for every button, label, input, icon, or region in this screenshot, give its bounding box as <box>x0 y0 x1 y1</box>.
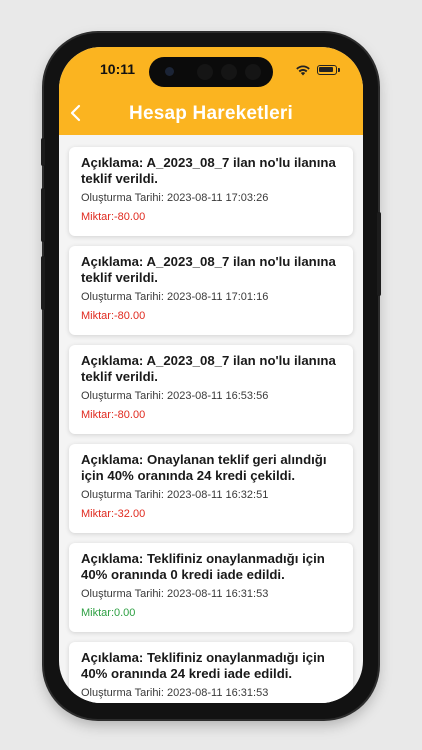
transaction-amount: Miktar:-80.00 <box>81 310 146 322</box>
app-screen: 10:11 Hesap Hareketleri Açıklama: A_2023… <box>59 47 363 703</box>
transaction-card[interactable]: Açıklama: Teklifiniz onaylanmadığı için … <box>69 543 353 632</box>
battery-icon <box>317 65 340 75</box>
sensor-icon <box>245 64 261 80</box>
status-time: 10:11 <box>100 61 136 77</box>
status-bar: 10:11 <box>59 57 363 87</box>
wifi-icon <box>296 65 310 76</box>
sensor-icon <box>197 64 213 80</box>
transaction-description: Açıklama: Teklifiniz onaylanmadığı için … <box>81 551 325 582</box>
transaction-amount: Miktar:-80.00 <box>81 211 146 223</box>
transaction-description: Açıklama: A_2023_08_7 ilan no'lu ilanına… <box>81 353 336 384</box>
transaction-description: Açıklama: Onaylanan teklif geri alındığı… <box>81 452 327 483</box>
transaction-card[interactable]: Açıklama: Onaylanan teklif geri alındığı… <box>69 444 353 533</box>
transaction-amount: Miktar:-80.00 <box>81 409 146 421</box>
transaction-description: Açıklama: Teklifiniz onaylanmadığı için … <box>81 650 325 681</box>
transaction-amount: Miktar:-32.00 <box>81 508 146 520</box>
status-icons <box>295 64 351 78</box>
transaction-description: Açıklama: A_2023_08_7 ilan no'lu ilanına… <box>81 155 336 186</box>
phone-side-button <box>41 188 45 242</box>
page-title: Hesap Hareketleri <box>129 103 293 124</box>
transaction-card[interactable]: Açıklama: Teklifiniz onaylanmadığı için … <box>69 642 353 703</box>
transaction-date: Oluşturma Tarihi: 2023-08-11 16:32:51 <box>81 489 269 501</box>
transaction-description: Açıklama: A_2023_08_7 ilan no'lu ilanına… <box>81 254 336 285</box>
transaction-card[interactable]: Açıklama: A_2023_08_7 ilan no'lu ilanına… <box>69 246 353 335</box>
camera-icon <box>165 67 174 76</box>
transaction-amount: Miktar:0.00 <box>81 607 136 619</box>
transaction-card[interactable]: Açıklama: A_2023_08_7 ilan no'lu ilanına… <box>69 345 353 434</box>
phone-side-button <box>41 138 45 166</box>
transaction-card[interactable]: Açıklama: A_2023_08_7 ilan no'lu ilanına… <box>69 147 353 236</box>
transaction-date: Oluşturma Tarihi: 2023-08-11 16:31:53 <box>81 588 269 600</box>
transaction-date: Oluşturma Tarihi: 2023-08-11 16:31:53 <box>81 687 269 699</box>
app-header: 10:11 Hesap Hareketleri <box>59 47 363 135</box>
dynamic-island <box>149 57 273 87</box>
transaction-date: Oluşturma Tarihi: 2023-08-11 17:03:26 <box>81 192 269 204</box>
phone-side-button <box>377 212 381 296</box>
sensor-icon <box>221 64 237 80</box>
transaction-date: Oluşturma Tarihi: 2023-08-11 16:53:56 <box>81 390 269 402</box>
phone-side-button <box>41 256 45 310</box>
transaction-date: Oluşturma Tarihi: 2023-08-11 17:01:16 <box>81 291 269 303</box>
